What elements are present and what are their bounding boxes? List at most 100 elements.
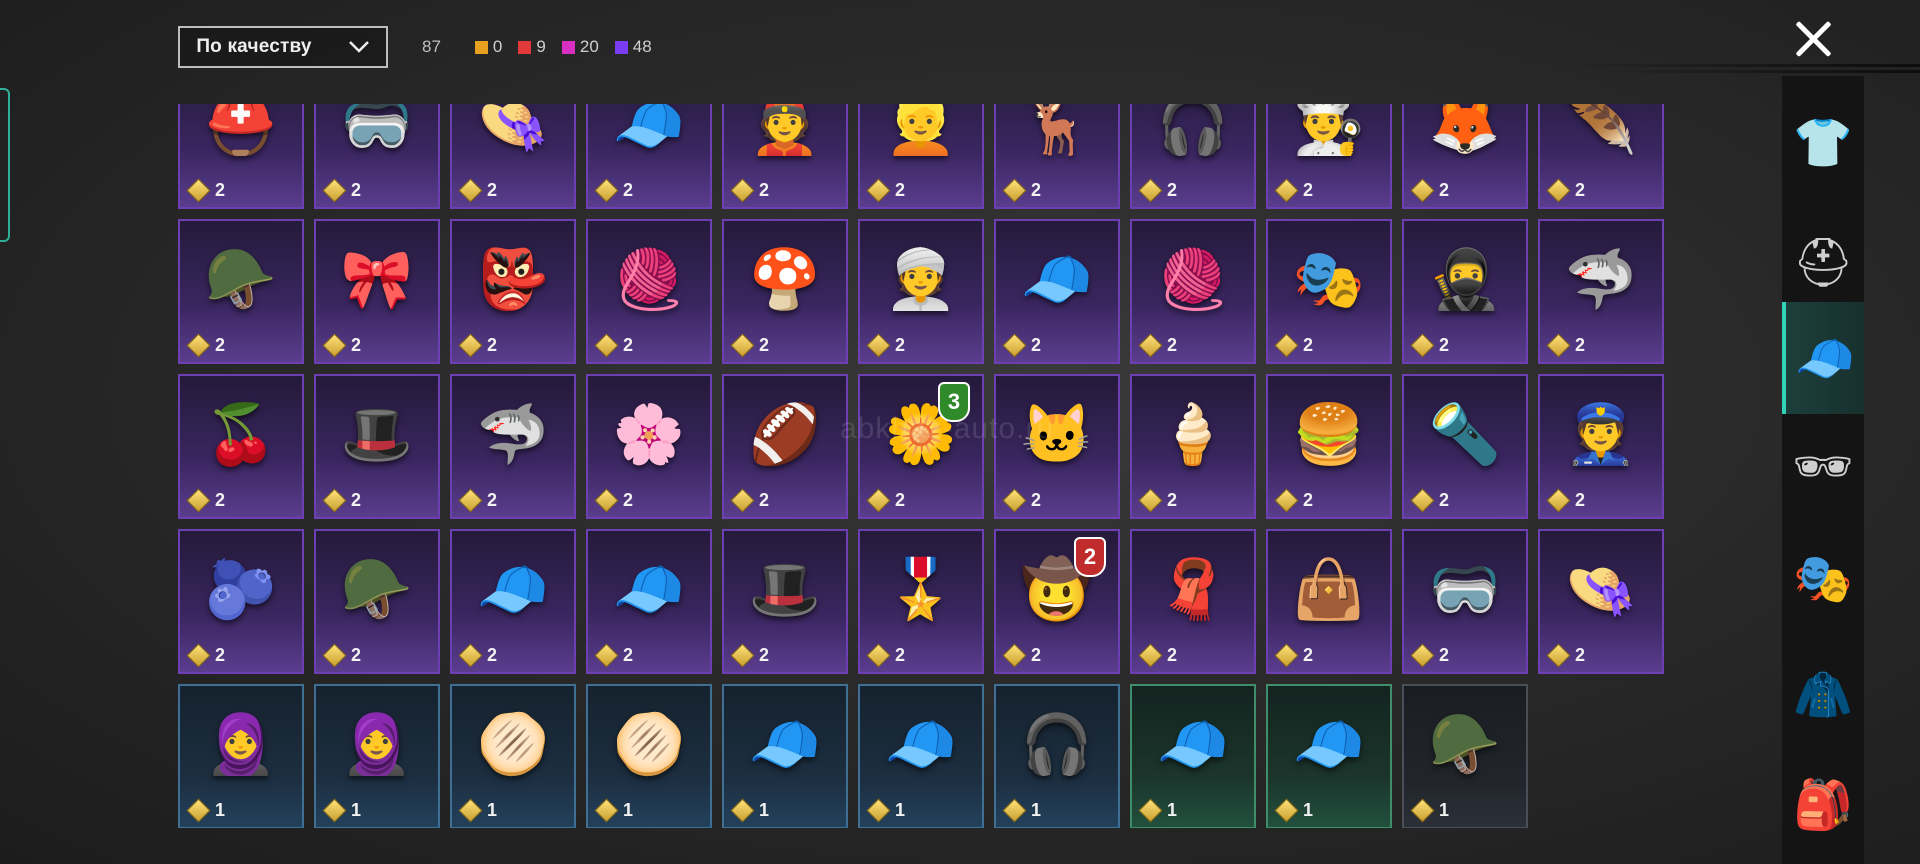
item-card[interactable]: 🦌 2 [994,104,1120,209]
item-count-value: 2 [895,490,906,510]
item-count: 2 [1138,488,1177,513]
item-card[interactable]: 👮 2 [1538,374,1664,519]
item-card[interactable]: 👒 2 [450,104,576,209]
close-button[interactable] [1790,16,1836,62]
item-count-value: 2 [759,490,770,510]
item-card[interactable]: 👒 2 [1538,529,1664,674]
item-card[interactable]: 🥷 2 [1402,219,1528,364]
item-count-value: 1 [487,800,498,820]
item-card[interactable]: 🧢 1 [1130,684,1256,828]
diamond-icon [594,643,619,668]
item-card[interactable]: 🌼 2 3 [858,374,984,519]
item-card[interactable]: 🫐 2 [178,529,304,674]
item-card[interactable]: 🥽 2 [314,104,440,209]
item-card[interactable]: 🫓 1 [586,684,712,828]
item-card[interactable]: 👲 2 [722,104,848,209]
item-count: 2 [866,178,905,203]
item-card[interactable]: 🥽 2 [1402,529,1528,674]
headwear-item-icon: 🦈 [476,402,550,468]
item-card[interactable]: 🎭 2 [1266,219,1392,364]
diamond-icon [1410,178,1435,203]
item-card[interactable]: ⛑️ 2 [178,104,304,209]
quality-count-value: 20 [579,37,599,56]
headwear-item-icon: 🍒 [204,402,278,468]
item-card[interactable]: 🌸 2 [586,374,712,519]
sidebar-item-mask[interactable]: 🎭 [1782,522,1864,634]
quality-color-swatch [474,40,488,54]
item-card[interactable]: 🧢 1 [1266,684,1392,828]
item-card[interactable]: 🧢 2 [586,529,712,674]
headwear-item-icon: 👮 [1564,402,1638,468]
item-card[interactable]: 🎖️ 2 [858,529,984,674]
sort-dropdown[interactable]: По качеству [178,26,388,68]
sidebar-item-jacket[interactable]: 🧥 [1782,638,1864,750]
item-card[interactable]: 👜 2 [1266,529,1392,674]
item-count: 2 [1274,488,1313,513]
diamond-icon [1410,798,1435,823]
item-card[interactable]: 👺 2 [450,219,576,364]
item-card[interactable]: 🧶 2 [1130,219,1256,364]
item-card[interactable]: 🧣 2 [1130,529,1256,674]
item-count: 2 [1546,488,1585,513]
headwear-item-icon: 🧢 [612,557,686,623]
item-count-value: 2 [215,490,226,510]
item-card[interactable]: 🎧 1 [994,684,1120,828]
item-grid-viewport[interactable]: ⛑️ 2 🥽 2 👒 2 🧢 2 👲 2 👱 2 🦌 2 🎧 2 👨‍🍳 2 🦊 2 🪶 2 🪖 2 🎀 2 👺 2 🧶 2 🍄 2 👳 2 🧢 2 🧶… [178,104,1670,828]
item-card[interactable]: 🎩 2 [722,529,848,674]
item-count-value: 2 [1303,335,1314,355]
item-card[interactable]: 🪖 2 [178,219,304,364]
headwear-item-icon: 🧢 [612,104,686,158]
item-card[interactable]: 🪖 2 [314,529,440,674]
item-card[interactable]: 🦈 2 [450,374,576,519]
diamond-icon [730,798,755,823]
sidebar-item-outfit[interactable]: 👕 [1782,86,1864,198]
item-count-value: 2 [895,645,906,665]
category-sidebar: 👕 ⛑ 🧢 🕶 🎭 🧥 🎒 [1782,76,1864,864]
item-card[interactable]: 🧢 1 [722,684,848,828]
item-card[interactable]: 🍦 2 [1130,374,1256,519]
item-count-value: 2 [1031,490,1042,510]
item-card[interactable]: 🔦 2 [1402,374,1528,519]
item-count: 2 [866,488,906,513]
item-count: 2 [594,488,633,513]
item-card[interactable]: 🧕 1 [178,684,304,828]
diamond-icon [1002,488,1027,513]
item-count: 2 [1546,643,1585,668]
sidebar-item-glasses[interactable]: 🕶 [1782,410,1864,522]
item-count: 2 [1410,178,1449,203]
item-card[interactable]: 🪖 1 [1402,684,1528,828]
item-card[interactable]: 🦊 2 [1402,104,1528,209]
item-card[interactable]: 🧶 2 [586,219,712,364]
item-count-value: 2 [215,645,226,665]
item-card[interactable]: 🍔 2 [1266,374,1392,519]
item-card[interactable]: 🍒 2 [178,374,304,519]
headwear-item-icon: 🧢 [1292,712,1366,778]
item-card[interactable]: 🧢 2 [994,219,1120,364]
item-card[interactable]: 🫓 1 [450,684,576,828]
item-card[interactable]: 🧕 1 [314,684,440,828]
item-card[interactable]: 🐱 2 [994,374,1120,519]
diamond-icon [1274,798,1299,823]
item-card[interactable]: 🪶 2 [1538,104,1664,209]
item-count: 2 [1138,333,1177,358]
item-card[interactable]: 🎀 2 [314,219,440,364]
item-count-value: 2 [759,645,770,665]
sidebar-item-hat[interactable]: 🧢 [1782,302,1864,414]
item-card[interactable]: 🧢 2 [450,529,576,674]
item-card[interactable]: 🍄 2 [722,219,848,364]
item-card[interactable]: 👳 2 [858,219,984,364]
headwear-item-icon: 🫐 [204,557,278,623]
item-card[interactable]: 🎩 2 [314,374,440,519]
diamond-icon [1138,333,1163,358]
item-card[interactable]: 🤠 2 2 [994,529,1120,674]
item-card[interactable]: 🎧 2 [1130,104,1256,209]
item-card[interactable]: 👨‍🍳 2 [1266,104,1392,209]
left-edge-tab[interactable] [0,88,10,242]
item-card[interactable]: 👱 2 [858,104,984,209]
sidebar-item-backpack[interactable]: 🎒 [1782,748,1864,860]
item-card[interactable]: 🧢 2 [586,104,712,209]
diamond-icon [1410,333,1435,358]
item-card[interactable]: 🧢 1 [858,684,984,828]
item-card[interactable]: 🦈 2 [1538,219,1664,364]
item-card[interactable]: 🏈 2 [722,374,848,519]
